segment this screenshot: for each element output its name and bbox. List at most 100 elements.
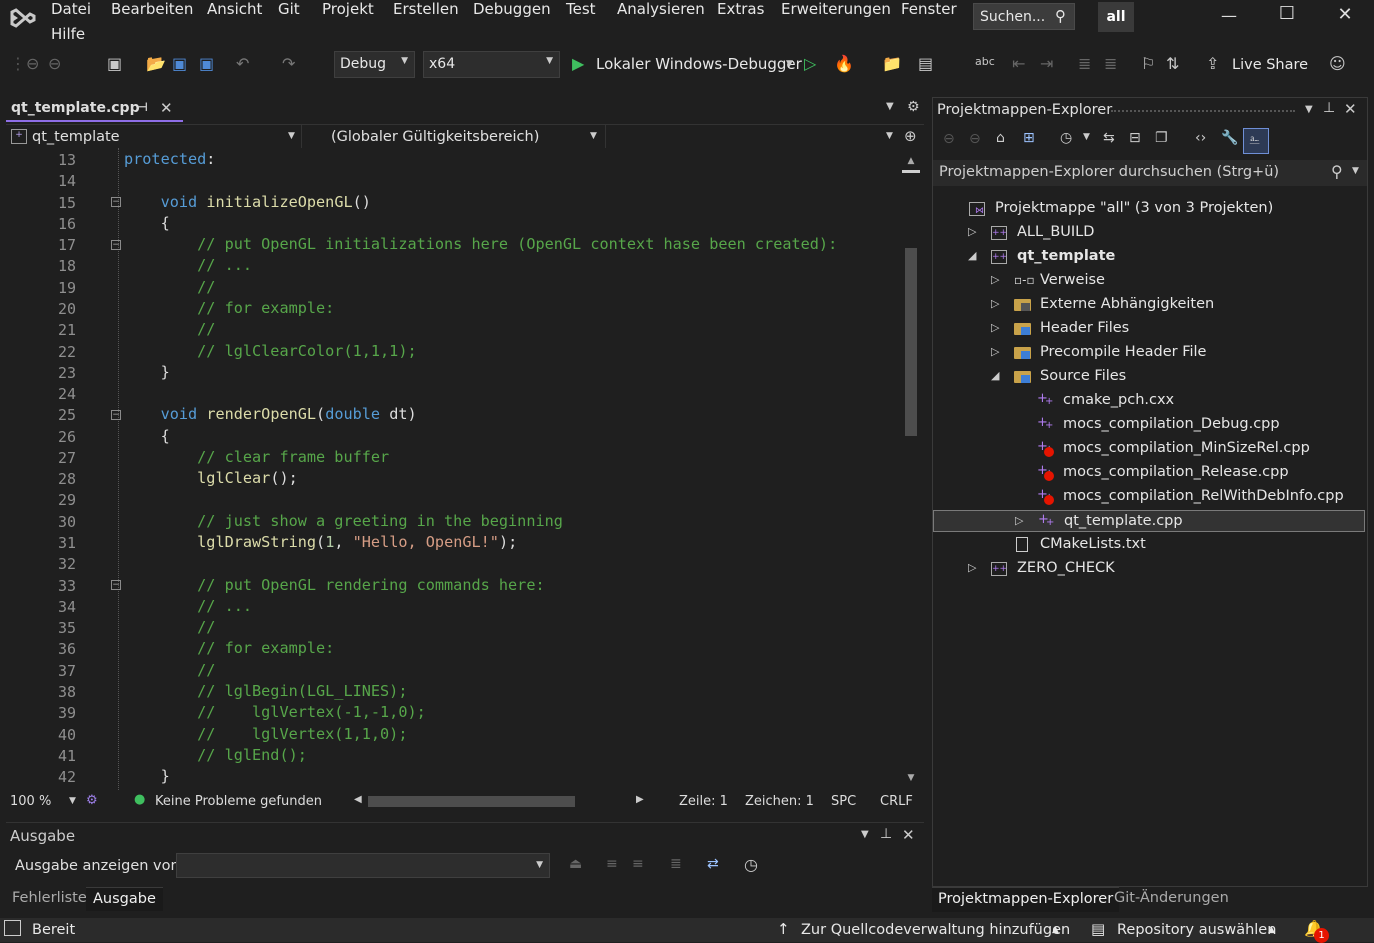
uncomment-icon[interactable]: ≣ bbox=[1104, 54, 1117, 73]
indent-icon[interactable]: ⇥ bbox=[1040, 54, 1053, 73]
menu-bearbeiten[interactable]: Bearbeiten bbox=[111, 0, 193, 18]
prev-message-icon[interactable]: ≡ bbox=[606, 856, 618, 872]
member-dropdown[interactable]: ▼ bbox=[606, 125, 900, 149]
output-source-select[interactable]: ▼ bbox=[176, 853, 550, 878]
split-window-icon[interactable]: ⊕ bbox=[904, 127, 917, 145]
spell-check-icon[interactable]: abc bbox=[975, 55, 995, 68]
pin-icon[interactable]: ⊥ bbox=[1323, 100, 1335, 116]
scope-dropdown[interactable]: (Globaler Gültigkeitsbereich) ▼ bbox=[310, 125, 606, 149]
tree-item[interactable]: ++ mocs_compilation_RelWithDebInfo.cpp bbox=[933, 486, 1365, 508]
expanded-arrow-icon[interactable]: ◢ bbox=[968, 249, 976, 262]
menu-git[interactable]: Git bbox=[278, 0, 300, 18]
collapsed-arrow-icon[interactable]: ▷ bbox=[991, 345, 999, 358]
word-wrap-icon[interactable]: ⇄ bbox=[707, 856, 719, 872]
chevron-down-icon[interactable]: ▼ bbox=[69, 796, 76, 806]
menu-erstellen[interactable]: Erstellen bbox=[393, 0, 459, 18]
tree-item[interactable]: + + mocs_compilation_Debug.cpp bbox=[933, 414, 1365, 436]
sync-icon[interactable]: ⇆ bbox=[1103, 130, 1115, 146]
scroll-up-icon[interactable]: ▲ bbox=[902, 156, 920, 166]
outdent-icon[interactable]: ⇤ bbox=[1012, 54, 1025, 73]
debugger-dropdown-icon[interactable]: ▼ bbox=[786, 59, 793, 69]
start-debugging-icon[interactable]: ▶ bbox=[572, 54, 584, 73]
column-indicator[interactable]: Zeichen: 1 bbox=[745, 794, 814, 809]
document-tab-active[interactable]: qt_template.cpp ⊣ ✕ bbox=[6, 98, 183, 122]
tree-item[interactable]: ◢ ++ qt_template bbox=[933, 246, 1365, 268]
vertical-scrollbar[interactable]: ▲ ▼ bbox=[902, 148, 920, 790]
chevron-up-icon[interactable]: ▲ bbox=[1052, 925, 1059, 935]
tree-item[interactable]: ▷ ++ ZERO_CHECK bbox=[933, 558, 1365, 580]
menu-hilfe[interactable]: Hilfe bbox=[51, 25, 85, 43]
comment-icon[interactable]: ≣ bbox=[1078, 54, 1091, 73]
bookmark-nav-icon[interactable]: ⇅ bbox=[1166, 54, 1179, 73]
save-all-icon[interactable]: ▣ bbox=[199, 54, 214, 73]
platform-select[interactable]: x64 ▼ bbox=[423, 51, 560, 78]
save-icon[interactable]: ▣ bbox=[172, 54, 187, 73]
collapse-icon[interactable]: − bbox=[111, 580, 121, 590]
timestamp-icon[interactable]: ◷ bbox=[744, 855, 758, 874]
problems-status[interactable]: Keine Probleme gefunden bbox=[155, 794, 322, 809]
properties-wrench-icon[interactable]: 🔧 bbox=[1221, 130, 1238, 146]
forward-icon[interactable]: ⊖ bbox=[969, 131, 981, 147]
hot-reload-icon[interactable]: 🔥 bbox=[834, 54, 854, 73]
tree-item[interactable]: ++ mocs_compilation_Release.cpp bbox=[933, 462, 1365, 484]
collapsed-arrow-icon[interactable]: ▷ bbox=[991, 297, 999, 310]
open-folder-icon[interactable]: 📂 bbox=[146, 54, 166, 73]
expanded-arrow-icon[interactable]: ◢ bbox=[991, 369, 999, 382]
window-position-icon[interactable]: ▼ bbox=[861, 829, 869, 840]
clear-all-icon[interactable]: ≣ bbox=[670, 856, 682, 872]
navigate-forward-icon[interactable]: ⊖ bbox=[48, 54, 61, 73]
status-output-icon[interactable] bbox=[4, 920, 21, 936]
scroll-left-icon[interactable]: ◀ bbox=[354, 794, 362, 805]
tree-item[interactable]: ▷ + + qt_template.cpp bbox=[933, 510, 1365, 532]
collapse-icon[interactable]: − bbox=[111, 197, 121, 207]
tree-item[interactable]: ▷ ▫-▫ Verweise bbox=[933, 270, 1365, 292]
preview-selected-button[interactable]: ⎁ bbox=[1243, 128, 1269, 154]
menu-analysieren[interactable]: Analysieren bbox=[617, 0, 705, 18]
collapse-all-icon[interactable]: ⊟ bbox=[1129, 130, 1141, 146]
feedback-icon[interactable]: ☺ bbox=[1329, 54, 1346, 73]
collapsed-arrow-icon[interactable]: ▷ bbox=[1015, 514, 1023, 527]
solution-search-box[interactable]: Projektmappen-Explorer durchsuchen (Strg… bbox=[933, 160, 1367, 186]
window-position-icon[interactable]: ▼ bbox=[1305, 104, 1313, 115]
horizontal-scroll-thumb[interactable] bbox=[368, 796, 575, 807]
find-message-icon[interactable]: ⏏ bbox=[569, 856, 582, 872]
whitespace-indicator[interactable]: SPC bbox=[831, 794, 856, 809]
close-window-icon[interactable]: ✕ bbox=[1330, 4, 1360, 28]
next-message-icon[interactable]: ≡ bbox=[632, 856, 644, 872]
project-dropdown[interactable]: + qt_template ▼ bbox=[6, 125, 302, 149]
new-project-icon[interactable]: ▣ bbox=[107, 54, 122, 73]
back-icon[interactable]: ⊖ bbox=[943, 131, 955, 147]
minimize-icon[interactable]: — bbox=[1214, 6, 1244, 30]
tree-item[interactable]: ▷ ++ ALL_BUILD bbox=[933, 222, 1365, 244]
menu-datei[interactable]: Datei bbox=[51, 0, 91, 18]
menu-projekt[interactable]: Projekt bbox=[322, 0, 374, 18]
solution-folder-icon[interactable]: 📁 bbox=[882, 54, 902, 73]
pin-icon[interactable]: ⊣ bbox=[137, 100, 148, 114]
collapse-icon[interactable]: − bbox=[111, 240, 121, 250]
select-repository-button[interactable]: Repository auswählen bbox=[1117, 922, 1276, 938]
pin-icon[interactable]: ⊥ bbox=[880, 826, 892, 842]
tab-git-changes[interactable]: Git-Änderungen bbox=[1108, 887, 1235, 912]
tab-fehlerliste[interactable]: Fehlerliste bbox=[6, 887, 93, 911]
tree-item[interactable]: ▷ Externe Abhängigkeiten bbox=[933, 294, 1365, 316]
live-share-button[interactable]: Live Share bbox=[1232, 57, 1308, 73]
close-pane-icon[interactable]: ✕ bbox=[1344, 100, 1357, 118]
view-code-icon[interactable]: ‹› bbox=[1195, 130, 1206, 146]
search-box[interactable]: Suchen... ⚲ bbox=[973, 3, 1075, 30]
tree-item[interactable]: ++ mocs_compilation_MinSizeRel.cpp bbox=[933, 438, 1365, 460]
collapsed-arrow-icon[interactable]: ▷ bbox=[991, 273, 999, 286]
settings-gear-icon[interactable]: ⚙ bbox=[907, 99, 920, 115]
collapsed-arrow-icon[interactable]: ▷ bbox=[968, 561, 976, 574]
code-editor[interactable]: 13 14 15 16 17 18 19 20 21 22 23 24 25 26 27 28 29 30 31 32… bbox=[6, 148, 898, 790]
close-pane-icon[interactable]: ✕ bbox=[902, 826, 915, 844]
menu-ansicht[interactable]: Ansicht bbox=[207, 0, 262, 18]
menu-erweiterungen[interactable]: Erweiterungen bbox=[781, 0, 891, 18]
tree-item[interactable]: ▷ Header Files bbox=[933, 318, 1365, 340]
redo-icon[interactable]: ↷ bbox=[282, 54, 295, 73]
line-indicator[interactable]: Zeile: 1 bbox=[679, 794, 728, 809]
show-all-files-icon[interactable]: ❐ bbox=[1155, 130, 1168, 146]
chevron-down-icon[interactable]: ▼ bbox=[1352, 166, 1359, 176]
add-to-source-control-button[interactable]: Zur Quellcodeverwaltung hinzufügen bbox=[801, 922, 1070, 938]
undo-icon[interactable]: ↶ bbox=[236, 54, 249, 73]
bookmark-icon[interactable]: ⚐ bbox=[1141, 54, 1155, 73]
